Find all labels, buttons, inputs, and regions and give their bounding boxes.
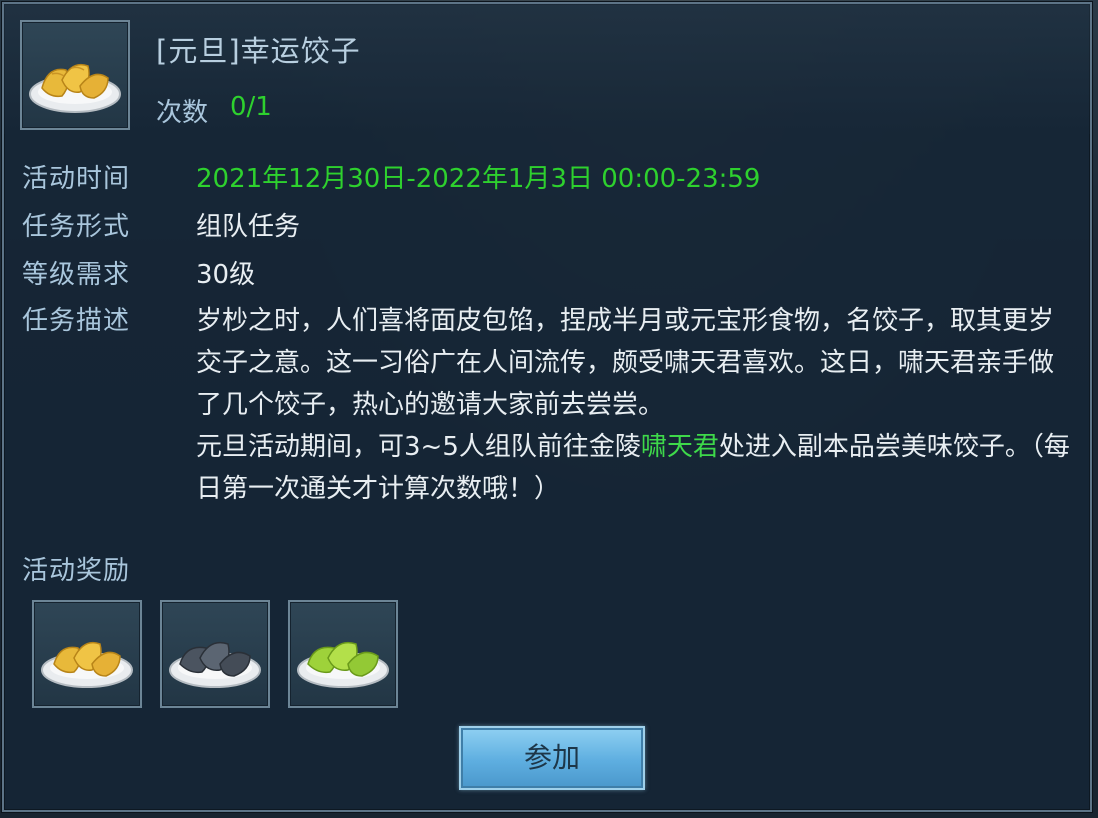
- quest-description: 岁杪之时，人们喜将面皮包馅，捏成半月或元宝形食物，名饺子，取其更岁交子之意。这一…: [196, 300, 1076, 510]
- count-value: 0/1: [230, 92, 272, 122]
- level-label: 等级需求: [22, 260, 131, 290]
- form-label: 任务形式: [22, 212, 131, 242]
- reward-slot-3[interactable]: [288, 600, 398, 708]
- rewards-label: 活动奖励: [22, 556, 131, 586]
- time-label: 活动时间: [22, 164, 131, 194]
- description-paragraph-2: 元旦活动期间，可3~5人组队前往金陵啸天君处进入副本品尝美味饺子。（每日第一次通…: [196, 426, 1076, 510]
- npc-name-link[interactable]: 啸天君: [641, 432, 719, 462]
- black-dumplings-icon: [169, 641, 261, 688]
- quest-tooltip-panel: [元旦]幸运饺子 次数 0/1 活动时间 2021年12月30日-2022年1月…: [2, 2, 1092, 812]
- golden-dumplings-icon: [29, 63, 121, 113]
- golden-dumplings-icon: [41, 641, 133, 688]
- level-value: 30级: [196, 260, 256, 290]
- description-paragraph-1: 岁杪之时，人们喜将面皮包馅，捏成半月或元宝形食物，名饺子，取其更岁交子之意。这一…: [196, 306, 1055, 420]
- count-label: 次数: [156, 98, 209, 128]
- quest-title: [元旦]幸运饺子: [156, 34, 361, 68]
- reward-slot-2[interactable]: [160, 600, 270, 708]
- green-dumplings-icon: [297, 641, 389, 688]
- form-value: 组队任务: [196, 212, 301, 242]
- join-button[interactable]: 参加: [459, 726, 645, 790]
- time-value: 2021年12月30日-2022年1月3日 00:00-23:59: [196, 164, 761, 194]
- description-text-before: 元旦活动期间，可3~5人组队前往金陵: [196, 432, 641, 462]
- description-label: 任务描述: [22, 306, 131, 336]
- quest-icon-slot: [20, 20, 130, 130]
- reward-slot-1[interactable]: [32, 600, 142, 708]
